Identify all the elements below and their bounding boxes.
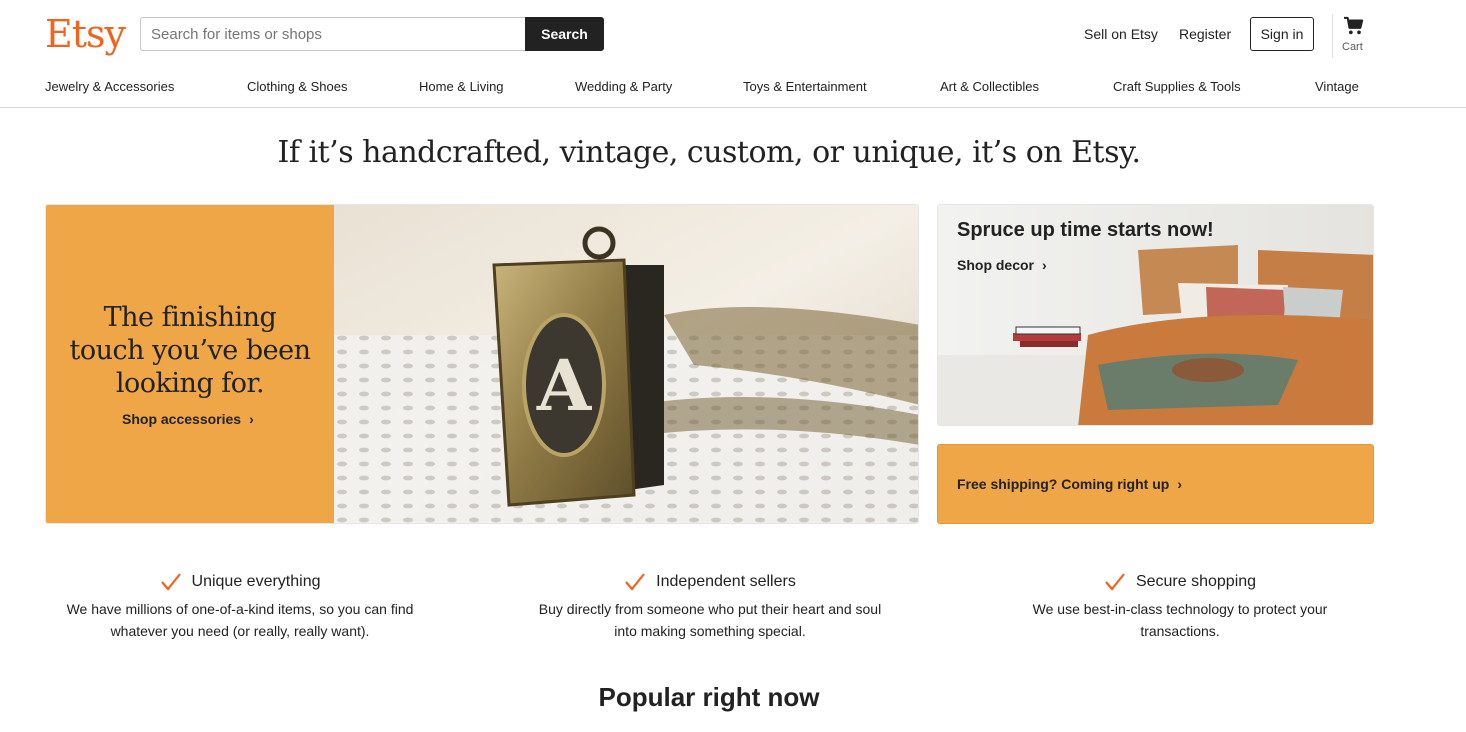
- value-prop-title: Secure shopping: [1135, 573, 1257, 590]
- free-shipping-link[interactable]: Free shipping? Coming right up ›: [957, 476, 1182, 492]
- value-prop-unique: Unique everything We have millions of on…: [40, 570, 440, 642]
- svg-text:A: A: [536, 344, 593, 427]
- category-vintage[interactable]: Vintage: [1315, 78, 1359, 96]
- value-prop-title: Independent sellers: [656, 573, 796, 590]
- free-shipping-card[interactable]: Free shipping? Coming right up ›: [937, 444, 1374, 524]
- value-prop-secure: Secure shopping We use best-in-class tec…: [980, 570, 1380, 642]
- cart-icon: [1344, 16, 1364, 35]
- value-prop-description: Buy directly from someone who put their …: [538, 601, 882, 639]
- checkmark-icon: [160, 573, 181, 591]
- value-prop-description: We have millions of one-of-a-kind items,…: [66, 601, 414, 639]
- value-prop-sellers: Independent sellers Buy directly from so…: [510, 570, 910, 642]
- category-wedding-party[interactable]: Wedding & Party: [575, 78, 672, 96]
- locket-necklace-image: A: [334, 205, 918, 523]
- popular-heading: Popular right now: [598, 682, 820, 712]
- shop-accessories-label: Shop accessories: [122, 411, 242, 427]
- search-bar: Search: [140, 17, 604, 51]
- site-header: Etsy Search Sell on Etsy Register Sign i…: [0, 0, 1466, 108]
- chevron-right-icon: ›: [1042, 257, 1047, 273]
- sell-on-etsy-link[interactable]: Sell on Etsy: [1084, 25, 1158, 43]
- category-nav: Jewelry & Accessories Clothing & Shoes H…: [0, 78, 1466, 98]
- chevron-right-icon: ›: [1177, 476, 1182, 492]
- search-button[interactable]: Search: [525, 17, 604, 51]
- category-toys-entertainment[interactable]: Toys & Entertainment: [743, 78, 867, 96]
- category-craft-supplies-tools[interactable]: Craft Supplies & Tools: [1113, 78, 1241, 96]
- value-prop-description: We use best-in-class technology to prote…: [1032, 601, 1328, 639]
- hero-title: The finishing touch you’ve been looking …: [69, 302, 311, 399]
- page-headline: If it’s handcrafted, vintage, custom, or…: [277, 135, 1141, 170]
- checkmark-icon: [625, 573, 646, 591]
- shop-decor-label: Shop decor: [957, 257, 1035, 273]
- category-home-living[interactable]: Home & Living: [419, 78, 504, 96]
- shop-decor-link[interactable]: Shop decor ›: [957, 257, 1047, 273]
- hero-text-panel: The finishing touch you’ve been looking …: [46, 205, 334, 523]
- category-clothing-shoes[interactable]: Clothing & Shoes: [247, 78, 347, 96]
- decor-promo-card[interactable]: Spruce up time starts now! Shop decor ›: [937, 204, 1374, 426]
- search-input[interactable]: [140, 17, 525, 51]
- cart-label: Cart: [1342, 41, 1363, 53]
- free-shipping-label: Free shipping? Coming right up: [957, 476, 1170, 492]
- value-prop-title: Unique everything: [191, 573, 321, 590]
- hero-banner[interactable]: The finishing touch you’ve been looking …: [45, 204, 919, 524]
- category-jewelry-accessories[interactable]: Jewelry & Accessories: [45, 78, 174, 96]
- etsy-logo[interactable]: Etsy: [45, 14, 126, 54]
- cart-button[interactable]: Cart: [1332, 14, 1372, 58]
- sign-in-button[interactable]: Sign in: [1250, 17, 1314, 51]
- register-link[interactable]: Register: [1179, 25, 1231, 43]
- chevron-right-icon: ›: [249, 411, 254, 427]
- decor-card-title: Spruce up time starts now!: [957, 219, 1214, 241]
- checkmark-icon: [1105, 573, 1125, 591]
- shop-accessories-link[interactable]: Shop accessories ›: [122, 411, 254, 427]
- category-art-collectibles[interactable]: Art & Collectibles: [940, 78, 1039, 96]
